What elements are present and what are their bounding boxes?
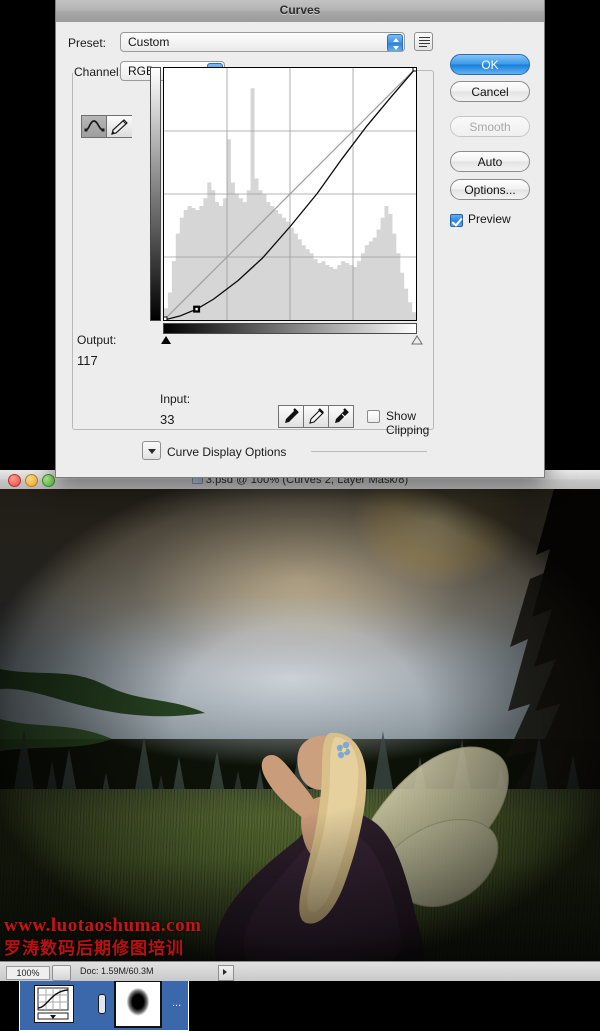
input-label: Input: bbox=[160, 392, 191, 406]
status-proxy-button[interactable] bbox=[52, 965, 71, 981]
layer-mask-thumbnail[interactable] bbox=[114, 980, 162, 1028]
output-value[interactable]: 117 bbox=[77, 353, 98, 368]
preset-value: Custom bbox=[128, 35, 170, 49]
gray-point-eyedropper[interactable] bbox=[303, 405, 329, 428]
curve-display-options-label[interactable]: Curve Display Options bbox=[167, 445, 286, 459]
image-canvas[interactable] bbox=[0, 489, 600, 962]
curves-dialog-body: Preset: Custom Channel: RGB Output: 117 … bbox=[56, 22, 544, 477]
layer-ellipsis: ... bbox=[172, 997, 182, 1009]
pencil-icon[interactable] bbox=[107, 116, 132, 137]
chevron-updown-icon bbox=[387, 34, 403, 51]
layer-link-icon[interactable] bbox=[98, 994, 106, 1014]
show-clipping-checkbox[interactable] bbox=[367, 410, 380, 423]
watermark-chinese: 罗涛数码后期修图培训 bbox=[4, 939, 184, 959]
preset-label: Preset: bbox=[68, 36, 107, 50]
status-menu-arrow-icon[interactable] bbox=[218, 965, 234, 981]
curve-graph[interactable] bbox=[163, 67, 417, 321]
curve-tool-group bbox=[81, 115, 132, 138]
layer-row-overlay[interactable]: ... bbox=[19, 975, 189, 1031]
options-button[interactable]: Options... bbox=[450, 179, 530, 200]
vignette-overlay bbox=[0, 489, 600, 962]
black-point-eyedropper[interactable] bbox=[278, 405, 304, 428]
document-status-bar: 100% Doc: 1.59M/60.3M bbox=[0, 961, 600, 981]
input-value[interactable]: 33 bbox=[160, 412, 174, 427]
input-gradient-bar bbox=[163, 323, 417, 334]
black-point-marker[interactable] bbox=[161, 336, 171, 344]
cancel-button[interactable]: Cancel bbox=[450, 81, 530, 102]
photoshop-document-window: 3.psd @ 100% (Curves 2, Layer Mask/8) ..… bbox=[0, 470, 600, 1031]
output-gradient-bar bbox=[150, 67, 161, 321]
curves-dialog: Curves Preset: Custom Channel: RGB Outpu… bbox=[55, 0, 545, 478]
white-point-marker[interactable] bbox=[411, 335, 423, 345]
chevron-down-icon[interactable] bbox=[142, 441, 161, 460]
eyedropper-group bbox=[278, 405, 354, 428]
output-label: Output: bbox=[77, 333, 117, 347]
zoom-level-field[interactable]: 100% bbox=[6, 966, 50, 980]
show-clipping-label: Show Clipping bbox=[386, 409, 430, 437]
document-size-info: Doc: 1.59M/60.3M bbox=[80, 966, 154, 976]
ok-button[interactable]: OK bbox=[450, 54, 530, 75]
curve-edit-icon[interactable] bbox=[82, 116, 107, 137]
preview-checkbox[interactable] bbox=[450, 214, 463, 227]
section-divider bbox=[311, 451, 427, 452]
curves-dialog-title: Curves bbox=[279, 3, 321, 17]
curves-dialog-titlebar[interactable]: Curves bbox=[56, 0, 544, 23]
white-point-eyedropper[interactable] bbox=[328, 405, 354, 428]
auto-button[interactable]: Auto bbox=[450, 151, 530, 172]
watermark: www.luotaoshuma.com 罗涛数码后期修图培训 bbox=[4, 915, 201, 959]
channel-label: Channel: bbox=[74, 65, 123, 79]
preset-dropdown[interactable]: Custom bbox=[120, 32, 405, 52]
curve-plot[interactable] bbox=[164, 68, 416, 320]
preset-menu-icon[interactable] bbox=[414, 32, 433, 51]
smooth-button: Smooth bbox=[450, 116, 530, 137]
curves-adjustment-thumbnail[interactable] bbox=[34, 985, 74, 1023]
preview-label: Preview bbox=[468, 212, 511, 226]
